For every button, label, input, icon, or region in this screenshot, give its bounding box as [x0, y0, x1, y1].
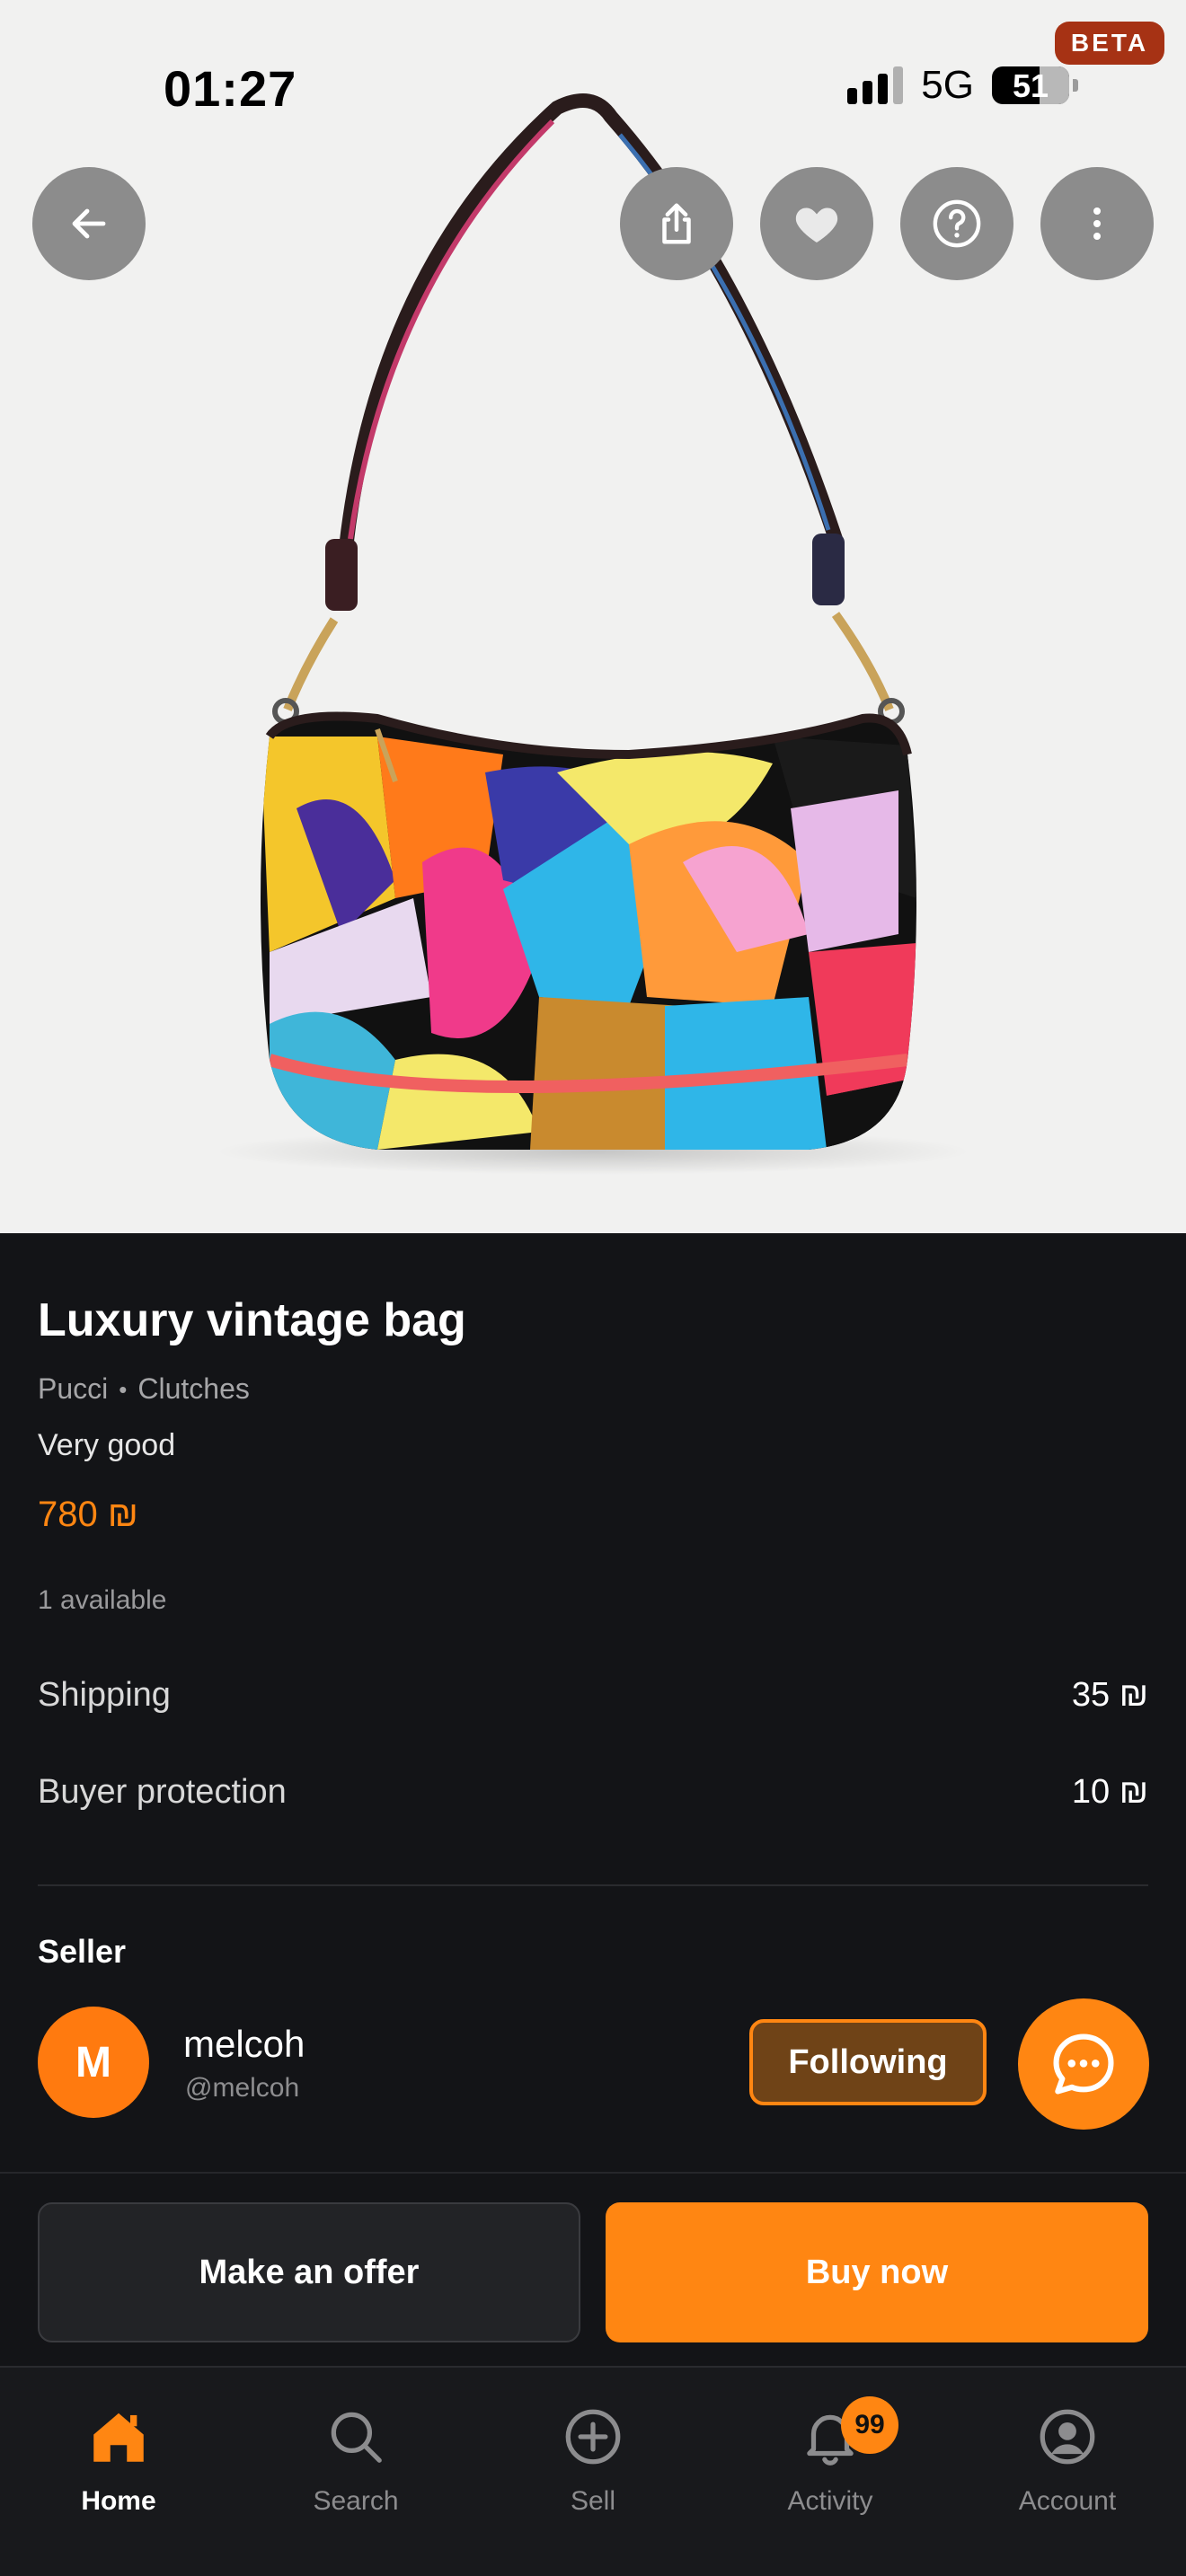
status-time: 01:27 — [164, 60, 297, 117]
buyer-protection-value: 10 ₪ — [1071, 1773, 1148, 1811]
section-divider — [38, 1884, 1148, 1886]
activity-badge: 99 — [841, 2396, 898, 2454]
tab-sell-label: Sell — [570, 2486, 616, 2516]
battery-level: 51 — [1012, 67, 1049, 104]
seller-handle: @melcoh — [185, 2073, 300, 2103]
battery-tip — [1073, 79, 1078, 92]
tab-search[interactable]: Search — [275, 2404, 437, 2517]
purchase-action-bar: Make an offer Buy now — [0, 2172, 1186, 2366]
heart-icon — [795, 207, 838, 243]
help-button[interactable] — [900, 167, 1013, 280]
network-type: 5G — [921, 63, 974, 107]
product-photo-bag — [216, 93, 970, 1175]
battery-icon: 51 — [992, 66, 1069, 104]
help-icon — [933, 199, 981, 248]
home-icon — [93, 2413, 144, 2462]
bottom-tab-bar: Home Search Sell 99 Activity Account — [0, 2366, 1186, 2576]
tab-activity-label: Activity — [787, 2486, 873, 2516]
tab-sell[interactable]: Sell — [512, 2404, 674, 2517]
product-image[interactable]: 01:27 5G 51 BETA — [0, 0, 1186, 1233]
product-category[interactable]: Clutches — [137, 1372, 250, 1407]
buyer-protection-label: Buyer protection — [38, 1773, 287, 1811]
product-brand[interactable]: Pucci — [38, 1372, 108, 1407]
plus-circle-icon — [565, 2409, 621, 2465]
share-button[interactable] — [620, 167, 733, 280]
buyer-protection-row[interactable]: Buyer protection 10 ₪ — [38, 1773, 1148, 1812]
product-meta: Pucci • Clutches — [38, 1372, 250, 1407]
chat-bubble-icon — [1053, 2033, 1114, 2095]
product-price: 780 ₪ — [38, 1495, 138, 1534]
tab-home[interactable]: Home — [38, 2404, 199, 2517]
tab-account-label: Account — [1018, 2486, 1117, 2516]
product-title: Luxury vintage bag — [38, 1294, 466, 1346]
following-button[interactable]: Following — [749, 2019, 987, 2105]
user-circle-icon — [1040, 2409, 1095, 2465]
availability-text: 1 available — [38, 1585, 167, 1615]
beta-badge: BETA — [1055, 22, 1164, 65]
tab-account[interactable]: Account — [987, 2404, 1148, 2517]
tab-home-label: Home — [81, 2486, 156, 2516]
tab-activity[interactable]: 99 Activity — [749, 2396, 911, 2517]
arrow-left-icon — [72, 208, 106, 239]
meta-separator: • — [119, 1376, 128, 1403]
seller-avatar[interactable]: M — [38, 2007, 149, 2118]
share-icon — [662, 203, 691, 244]
more-vertical-icon — [1093, 207, 1101, 240]
seller-heading: Seller — [38, 1933, 127, 1970]
back-button[interactable] — [32, 167, 146, 280]
seller-name[interactable]: melcoh — [183, 2023, 305, 2066]
chat-button[interactable] — [1018, 1998, 1149, 2130]
status-indicators: 5G 51 — [847, 63, 1078, 108]
cellular-signal-icon — [847, 66, 904, 104]
favorite-button[interactable] — [760, 167, 873, 280]
shipping-label: Shipping — [38, 1676, 171, 1714]
make-offer-button[interactable]: Make an offer — [38, 2202, 580, 2342]
product-condition: Very good — [38, 1428, 176, 1462]
shipping-value: 35 ₪ — [1071, 1676, 1148, 1714]
buy-now-button[interactable]: Buy now — [606, 2202, 1148, 2342]
search-icon — [331, 2412, 382, 2463]
more-options-button[interactable] — [1040, 167, 1154, 280]
tab-search-label: Search — [313, 2486, 399, 2516]
shipping-row: Shipping 35 ₪ — [38, 1676, 1148, 1715]
